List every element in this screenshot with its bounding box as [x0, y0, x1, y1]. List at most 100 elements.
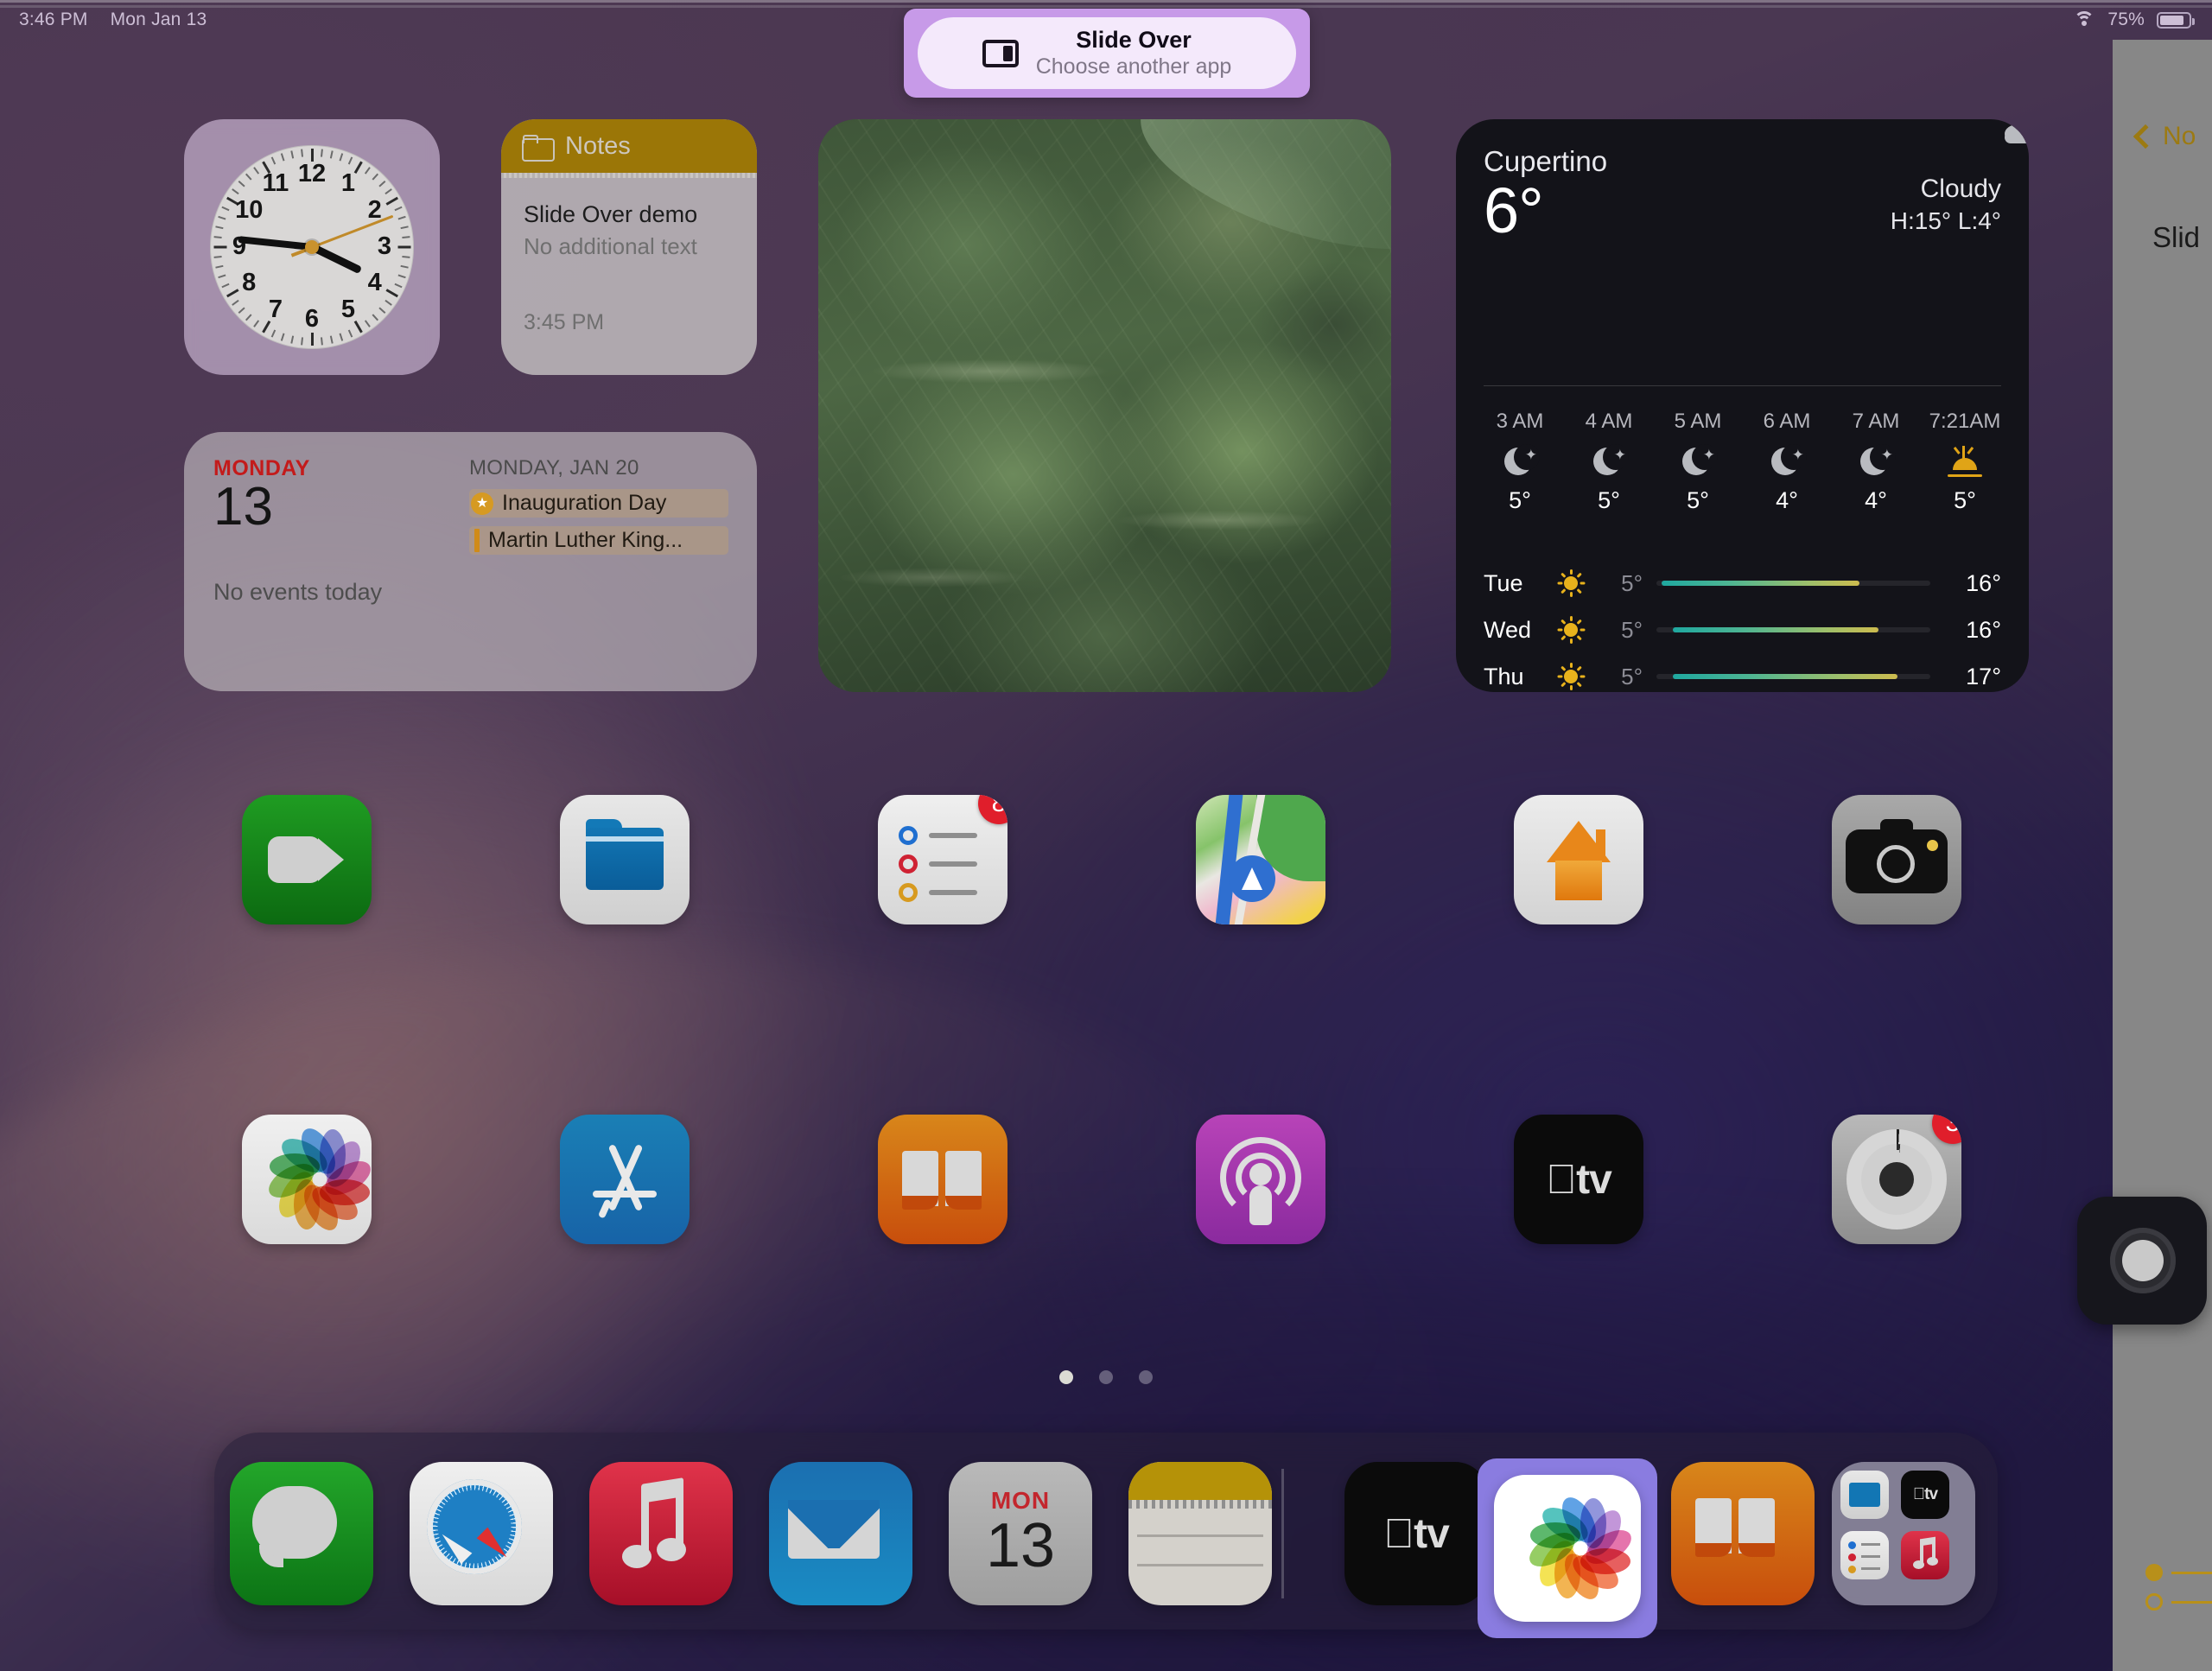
weather-hourly-forecast: 3 AM ✦ 5° 4 AM ✦ 5° 5 AM ✦ 5° 6 AM ✦ 4° 7 AM ✦ 4° 7:21A… [1478, 410, 2006, 514]
clock-numeral: 7 [268, 295, 283, 323]
app-icon-books[interactable] [878, 1115, 1007, 1244]
appletv-icon[interactable]: tv [1514, 1115, 1643, 1244]
dock-app-music[interactable] [589, 1462, 733, 1605]
sun-icon [1557, 663, 1585, 690]
weather-day-row: Wed 5° 16° [1484, 607, 2001, 653]
stack-reminders-icon [1840, 1531, 1889, 1579]
notes-app-peek-panel[interactable]: No Slid [2113, 40, 2212, 1671]
wifi-icon [2073, 11, 2095, 29]
maps-icon[interactable] [1196, 795, 1325, 924]
slide-over-icon [982, 39, 1019, 67]
weather-hour-temp: 5° [1598, 487, 1620, 513]
notification-badge: 3 [1932, 1115, 1961, 1144]
app-icon-home[interactable] [1514, 795, 1643, 924]
notification-badge: 8 [978, 795, 1007, 824]
page-dot[interactable] [1099, 1370, 1113, 1384]
files-icon[interactable] [560, 795, 690, 924]
messages-icon[interactable] [230, 1462, 373, 1605]
app-icon-camera[interactable] [1832, 795, 1961, 924]
slide-over-pill[interactable]: Slide Over Choose another app [918, 17, 1296, 89]
app-icon-podcasts[interactable] [1196, 1115, 1325, 1244]
weather-high-low: H:15° L:4° [1890, 207, 2001, 234]
appletv-icon[interactable]: tv [1344, 1462, 1488, 1605]
back-button[interactable]: No [2133, 122, 2196, 151]
calendar-widget[interactable]: MONDAY 13 MONDAY, JAN 20 ★ Inauguration D… [184, 432, 757, 691]
weather-hour-time: 7 AM [1852, 410, 1900, 433]
podcasts-icon[interactable] [1196, 1115, 1325, 1244]
dock-app-mail[interactable] [769, 1462, 912, 1605]
note-timestamp: 3:45 PM [524, 310, 605, 334]
clock-widget[interactable]: 12 1 2 3 4 5 6 7 8 9 10 11 [184, 119, 440, 375]
settings-icon[interactable]: 3 [1832, 1115, 1961, 1244]
check-empty-icon [2145, 1593, 2163, 1611]
notes-icon[interactable] [1128, 1462, 1272, 1605]
dock-recent-photos-selected[interactable] [1478, 1458, 1657, 1638]
ipad-home-screen: 3:46 PM Mon Jan 13 75% Slide Over Choose… [0, 0, 2212, 1671]
mail-icon[interactable] [769, 1462, 912, 1605]
books-icon[interactable] [878, 1115, 1007, 1244]
home-icon[interactable] [1514, 795, 1643, 924]
check-filled-icon [2145, 1564, 2163, 1581]
app-icon-photos[interactable] [242, 1115, 372, 1244]
reminders-icon[interactable]: 8 [878, 795, 1007, 924]
app-icon-reminders[interactable]: 8 [878, 795, 1007, 924]
sun-icon [1557, 616, 1585, 644]
app-icon-app-store[interactable] [560, 1115, 690, 1244]
page-indicator[interactable] [0, 1370, 2212, 1384]
notes-widget[interactable]: Notes Slide Over demo No additional text… [501, 119, 757, 375]
weather-day-name: Wed [1484, 616, 1532, 643]
app-icon-apple-tv[interactable]: tv [1514, 1115, 1643, 1244]
calendar-event-title: Martin Luther King... [488, 528, 683, 552]
battery-percent: 75% [2107, 10, 2145, 29]
photos-icon[interactable] [1494, 1475, 1641, 1622]
facetime-icon[interactable] [242, 795, 372, 924]
app-icon-maps[interactable] [1196, 795, 1325, 924]
weather-widget[interactable]: Cupertino 6° Cloudy H:15° L:4° 3 AM ✦ 5° 4 … [1456, 119, 2029, 692]
list-item [2145, 1564, 2212, 1581]
photos-icon[interactable] [242, 1115, 372, 1244]
app-icon-files[interactable] [560, 795, 690, 924]
page-dot[interactable] [1139, 1370, 1153, 1384]
dock-app-safari[interactable] [410, 1462, 553, 1605]
photos-widget[interactable] [818, 119, 1391, 692]
dock-app-notes[interactable] [1128, 1462, 1272, 1605]
weather-day-name: Thu [1484, 663, 1524, 689]
calendar-event[interactable]: Martin Luther King... [469, 526, 728, 555]
page-dot[interactable] [1059, 1370, 1073, 1384]
dock-app-calendar[interactable]: MON 13 [949, 1462, 1092, 1605]
list-item [2145, 1593, 2212, 1611]
clock-numeral: 4 [367, 269, 382, 296]
books-icon[interactable] [1671, 1462, 1815, 1605]
weather-hour-temp: 5° [1687, 487, 1709, 513]
dock-recent-app-library[interactable]: tv [1832, 1462, 1975, 1605]
dock-recent-apple-tv[interactable]: tv [1344, 1462, 1488, 1605]
dock-app-messages[interactable] [230, 1462, 373, 1605]
notes-widget-header: Notes [501, 119, 757, 173]
weather-hour-time: 4 AM [1585, 410, 1633, 433]
note-subtitle: No additional text [524, 232, 697, 259]
weather-condition: Cloudy [1920, 175, 2001, 203]
weather-hour-temp: 4° [1776, 487, 1798, 513]
camera-icon[interactable] [1832, 795, 1961, 924]
app-icon-facetime[interactable] [242, 795, 372, 924]
calendar-event[interactable]: ★ Inauguration Day [469, 489, 728, 518]
dock-recent-books[interactable] [1671, 1462, 1815, 1605]
safari-icon[interactable] [410, 1462, 553, 1605]
weather-daily-forecast: Tue5°16°Wed5°16°Thu5°17°Fri5°15°Sat6°14° [1484, 560, 2001, 692]
capture-scanline [0, 5, 2212, 8]
weather-day-low: 5° [1621, 616, 1643, 643]
music-icon[interactable] [589, 1462, 733, 1605]
peek-note-title: Slid [2152, 221, 2201, 253]
clock-numeral: 3 [377, 232, 392, 260]
app-stack-icon[interactable]: tv [1832, 1462, 1975, 1605]
appstore-icon[interactable] [560, 1115, 690, 1244]
slide-over-banner[interactable]: Slide Over Choose another app [904, 9, 1310, 98]
calendar-next-date: MONDAY, JAN 20 [469, 456, 639, 480]
calendar-icon[interactable]: MON 13 [949, 1462, 1092, 1605]
bar-badge [474, 529, 480, 552]
sun-icon [1557, 569, 1585, 597]
camera-lens-icon[interactable] [2077, 1197, 2207, 1325]
weather-hour-column: 7 AM ✦ 4° [1834, 410, 1917, 514]
capture-scanline [0, 0, 2212, 3]
app-icon-settings[interactable]: 3 [1832, 1115, 1961, 1244]
